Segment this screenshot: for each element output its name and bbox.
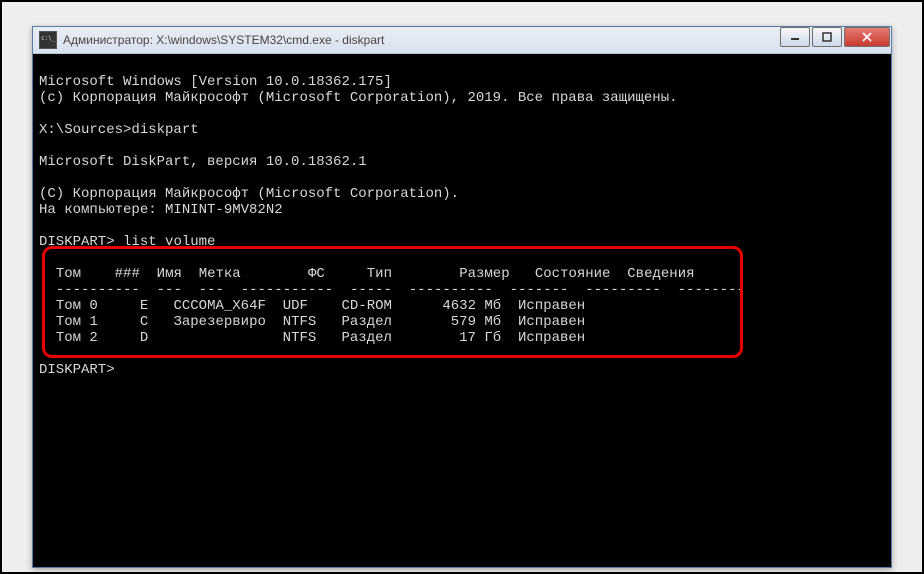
col-name: Имя <box>157 266 182 282</box>
window-title: Администратор: X:\windows\SYSTEM32\cmd.e… <box>63 33 384 47</box>
minimize-icon <box>790 32 800 42</box>
diskpart-copyright: (C) Корпорация Майкрософт (Microsoft Cor… <box>39 186 459 202</box>
table-row: Том 2 D NTFS Раздел 17 Гб Исправен <box>56 330 585 346</box>
cmd-window: Администратор: X:\windows\SYSTEM32\cmd.e… <box>32 26 892 568</box>
col-fs: ФС <box>308 266 325 282</box>
col-size: Размер <box>459 266 509 282</box>
sep-type: ---------- <box>409 282 493 298</box>
diskpart-command: list volume <box>123 234 215 250</box>
cmd-icon <box>39 31 57 49</box>
titlebar[interactable]: Администратор: X:\windows\SYSTEM32\cmd.e… <box>33 27 891 54</box>
sep-num: --- <box>157 282 182 298</box>
titlebar-left: Администратор: X:\windows\SYSTEM32\cmd.e… <box>39 31 384 49</box>
prompt-command: diskpart <box>131 122 198 138</box>
col-status: Состояние <box>535 266 611 282</box>
col-info: Сведения <box>627 266 694 282</box>
window-controls <box>779 27 891 53</box>
close-icon <box>862 32 872 42</box>
sep-info: -------- <box>678 282 745 298</box>
col-label: Метка <box>199 266 241 282</box>
minimize-button[interactable] <box>780 27 810 47</box>
line-version: Microsoft Windows [Version 10.0.18362.17… <box>39 74 392 90</box>
maximize-icon <box>822 32 832 42</box>
sep-name: --- <box>199 282 224 298</box>
table-row: Том 1 C Зарезервиро NTFS Раздел 579 Мб И… <box>56 314 585 330</box>
prompt-path: X:\Sources> <box>39 122 131 138</box>
col-type: Тип <box>367 266 392 282</box>
sep-size: ------- <box>510 282 569 298</box>
table-row: Том 0 E CCCOMA_X64F UDF CD-ROM 4632 Мб И… <box>56 298 585 314</box>
col-tom: Том <box>56 266 81 282</box>
line-copyright: (c) Корпорация Майкрософт (Microsoft Cor… <box>39 90 678 106</box>
col-num: ### <box>115 266 140 282</box>
sep-fs: ----- <box>350 282 392 298</box>
diskpart-prompt-2: DISKPART> <box>39 362 115 378</box>
diskpart-version: Microsoft DiskPart, версия 10.0.18362.1 <box>39 154 367 170</box>
maximize-button[interactable] <box>812 27 842 47</box>
sep-label: ----------- <box>241 282 333 298</box>
sep-status: --------- <box>585 282 661 298</box>
diskpart-computer: На компьютере: MININT-9MV82N2 <box>39 202 283 218</box>
close-button[interactable] <box>844 27 890 47</box>
diskpart-prompt: DISKPART> <box>39 234 115 250</box>
console-output[interactable]: Microsoft Windows [Version 10.0.18362.17… <box>33 54 891 567</box>
sep-tom: ---------- <box>56 282 140 298</box>
